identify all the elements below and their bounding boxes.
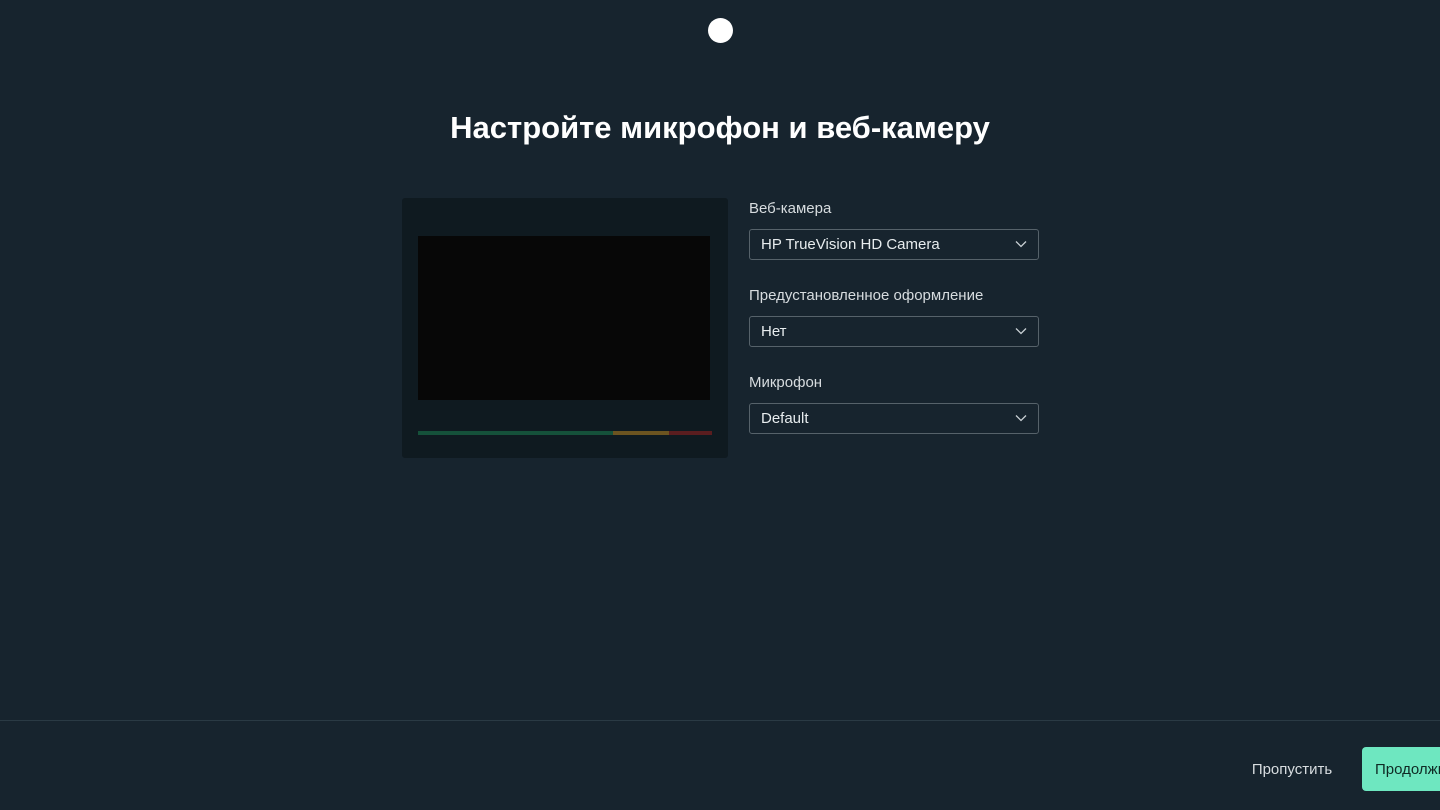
webcam-field: Веб-камера HP TrueVision HD Camera <box>749 198 1039 260</box>
webcam-label: Веб-камера <box>749 200 832 217</box>
setup-page: Настройте микрофон и веб-камеру Веб-каме… <box>0 0 1440 810</box>
mic-meter-green-segment <box>418 431 613 435</box>
skip-button[interactable]: Пропустить <box>1240 748 1344 791</box>
microphone-select[interactable]: Default <box>749 403 1039 434</box>
continue-button[interactable]: Продолжить <box>1362 747 1440 791</box>
preset-select-value: Нет <box>761 323 787 340</box>
mic-meter-red-segment <box>669 431 712 435</box>
webcam-select[interactable]: HP TrueVision HD Camera <box>749 229 1039 260</box>
chevron-down-icon <box>1015 328 1027 335</box>
preview-panel <box>402 198 728 458</box>
chevron-down-icon <box>1015 241 1027 248</box>
preset-label: Предустановленное оформление <box>749 287 984 304</box>
chevron-down-icon <box>1015 415 1027 422</box>
device-settings: Веб-камера HP TrueVision HD Camera Преду… <box>749 198 1039 459</box>
microphone-select-value: Default <box>761 410 809 427</box>
mic-level-meter <box>418 431 712 435</box>
step-indicator-dot <box>708 18 733 43</box>
preset-field: Предустановленное оформление Нет <box>749 285 1039 347</box>
microphone-field: Микрофон Default <box>749 372 1039 434</box>
page-title: Настройте микрофон и веб-камеру <box>450 110 990 145</box>
webcam-video-preview <box>418 236 710 400</box>
webcam-select-value: HP TrueVision HD Camera <box>761 236 940 253</box>
preset-select[interactable]: Нет <box>749 316 1039 347</box>
footer-divider <box>0 720 1440 721</box>
microphone-label: Микрофон <box>749 374 823 391</box>
mic-meter-yellow-segment <box>613 431 669 435</box>
